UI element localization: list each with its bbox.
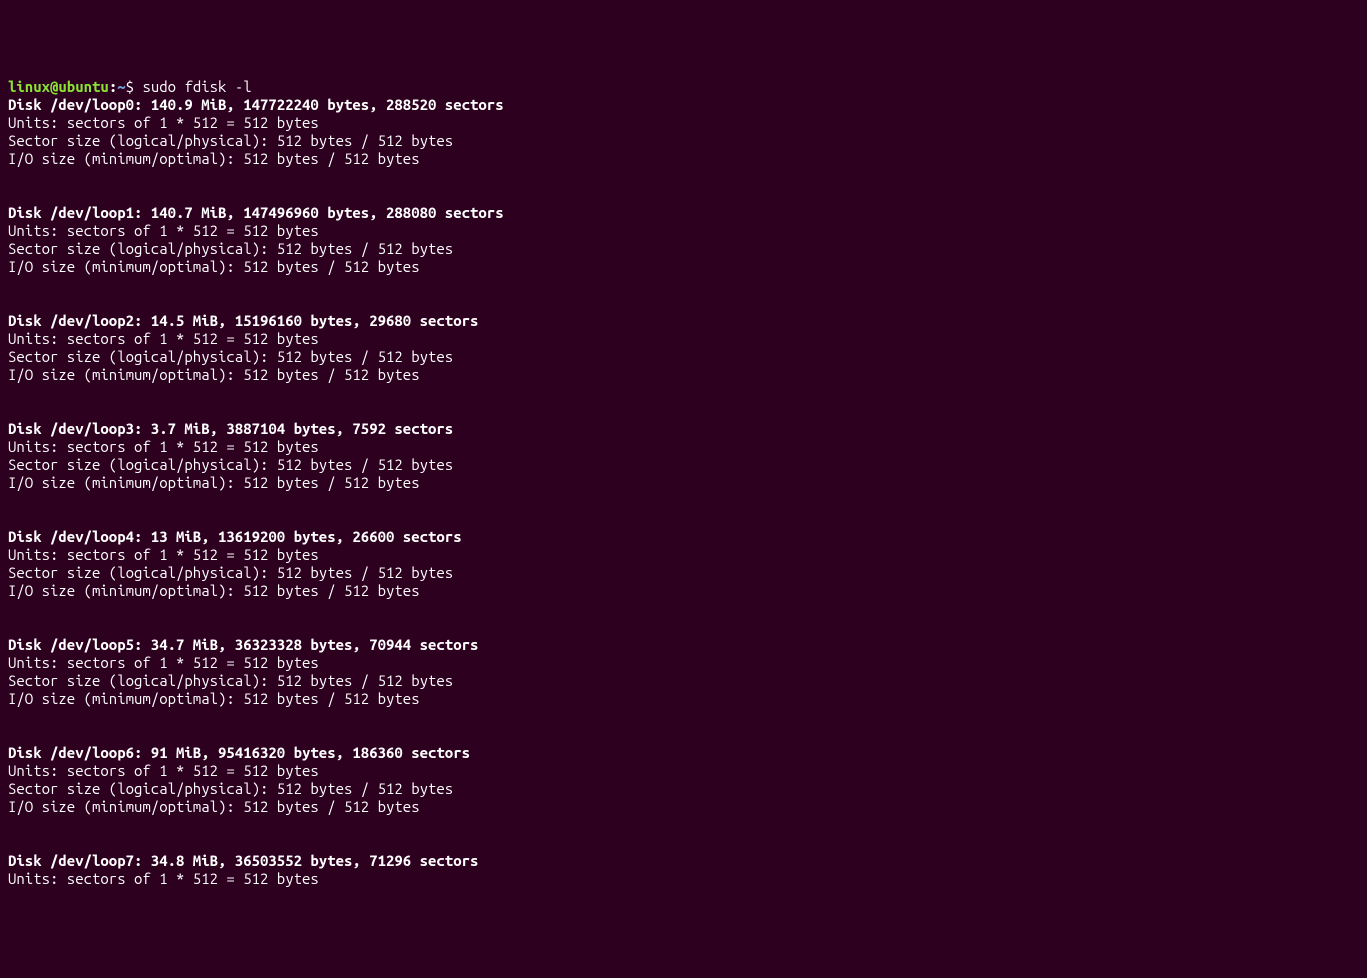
disk-io: I/O size (minimum/optimal): 512 bytes / …: [8, 474, 1359, 492]
disk-units: Units: sectors of 1 * 512 = 512 bytes: [8, 438, 1359, 456]
disk-units: Units: sectors of 1 * 512 = 512 bytes: [8, 546, 1359, 564]
blank-line: [8, 708, 1359, 726]
prompt-path: ~: [117, 78, 125, 95]
disk-sector: Sector size (logical/physical): 512 byte…: [8, 672, 1359, 690]
disk-header: Disk /dev/loop4: 13 MiB, 13619200 bytes,…: [8, 528, 1359, 546]
blank-line: [8, 816, 1359, 834]
blank-line: [8, 384, 1359, 402]
disk-header: Disk /dev/loop5: 34.7 MiB, 36323328 byte…: [8, 636, 1359, 654]
blank-line: [8, 276, 1359, 294]
disk-io: I/O size (minimum/optimal): 512 bytes / …: [8, 690, 1359, 708]
disk-io: I/O size (minimum/optimal): 512 bytes / …: [8, 582, 1359, 600]
blank-line: [8, 402, 1359, 420]
disk-header: Disk /dev/loop6: 91 MiB, 95416320 bytes,…: [8, 744, 1359, 762]
blank-line: [8, 510, 1359, 528]
blank-line: [8, 168, 1359, 186]
disk-header: Disk /dev/loop3: 3.7 MiB, 3887104 bytes,…: [8, 420, 1359, 438]
blank-line: [8, 186, 1359, 204]
disk-units: Units: sectors of 1 * 512 = 512 bytes: [8, 330, 1359, 348]
disk-io: I/O size (minimum/optimal): 512 bytes / …: [8, 366, 1359, 384]
command-text: sudo fdisk -l: [142, 78, 251, 95]
prompt-colon: :: [109, 78, 117, 95]
disk-header: Disk /dev/loop7: 34.8 MiB, 36503552 byte…: [8, 852, 1359, 870]
disk-units: Units: sectors of 1 * 512 = 512 bytes: [8, 222, 1359, 240]
disk-sector: Sector size (logical/physical): 512 byte…: [8, 780, 1359, 798]
prompt-dollar: $: [126, 78, 143, 95]
prompt-user-host: linux@ubuntu: [8, 78, 109, 95]
disk-header: Disk /dev/loop2: 14.5 MiB, 15196160 byte…: [8, 312, 1359, 330]
disk-io: I/O size (minimum/optimal): 512 bytes / …: [8, 798, 1359, 816]
disk-io: I/O size (minimum/optimal): 512 bytes / …: [8, 150, 1359, 168]
disk-header: Disk /dev/loop0: 140.9 MiB, 147722240 by…: [8, 96, 1359, 114]
disk-io: I/O size (minimum/optimal): 512 bytes / …: [8, 258, 1359, 276]
blank-line: [8, 834, 1359, 852]
blank-line: [8, 492, 1359, 510]
blank-line: [8, 294, 1359, 312]
disk-sector: Sector size (logical/physical): 512 byte…: [8, 348, 1359, 366]
prompt-line: linux@ubuntu:~$ sudo fdisk -l: [8, 78, 1359, 96]
disk-sector: Sector size (logical/physical): 512 byte…: [8, 132, 1359, 150]
blank-line: [8, 726, 1359, 744]
disk-units: Units: sectors of 1 * 512 = 512 bytes: [8, 114, 1359, 132]
disk-units: Units: sectors of 1 * 512 = 512 bytes: [8, 870, 1359, 888]
blank-line: [8, 600, 1359, 618]
blank-line: [8, 618, 1359, 636]
disk-units: Units: sectors of 1 * 512 = 512 bytes: [8, 654, 1359, 672]
disk-units: Units: sectors of 1 * 512 = 512 bytes: [8, 762, 1359, 780]
disk-sector: Sector size (logical/physical): 512 byte…: [8, 456, 1359, 474]
terminal-output[interactable]: linux@ubuntu:~$ sudo fdisk -lDisk /dev/l…: [8, 78, 1359, 888]
disk-sector: Sector size (logical/physical): 512 byte…: [8, 240, 1359, 258]
disk-sector: Sector size (logical/physical): 512 byte…: [8, 564, 1359, 582]
disk-header: Disk /dev/loop1: 140.7 MiB, 147496960 by…: [8, 204, 1359, 222]
